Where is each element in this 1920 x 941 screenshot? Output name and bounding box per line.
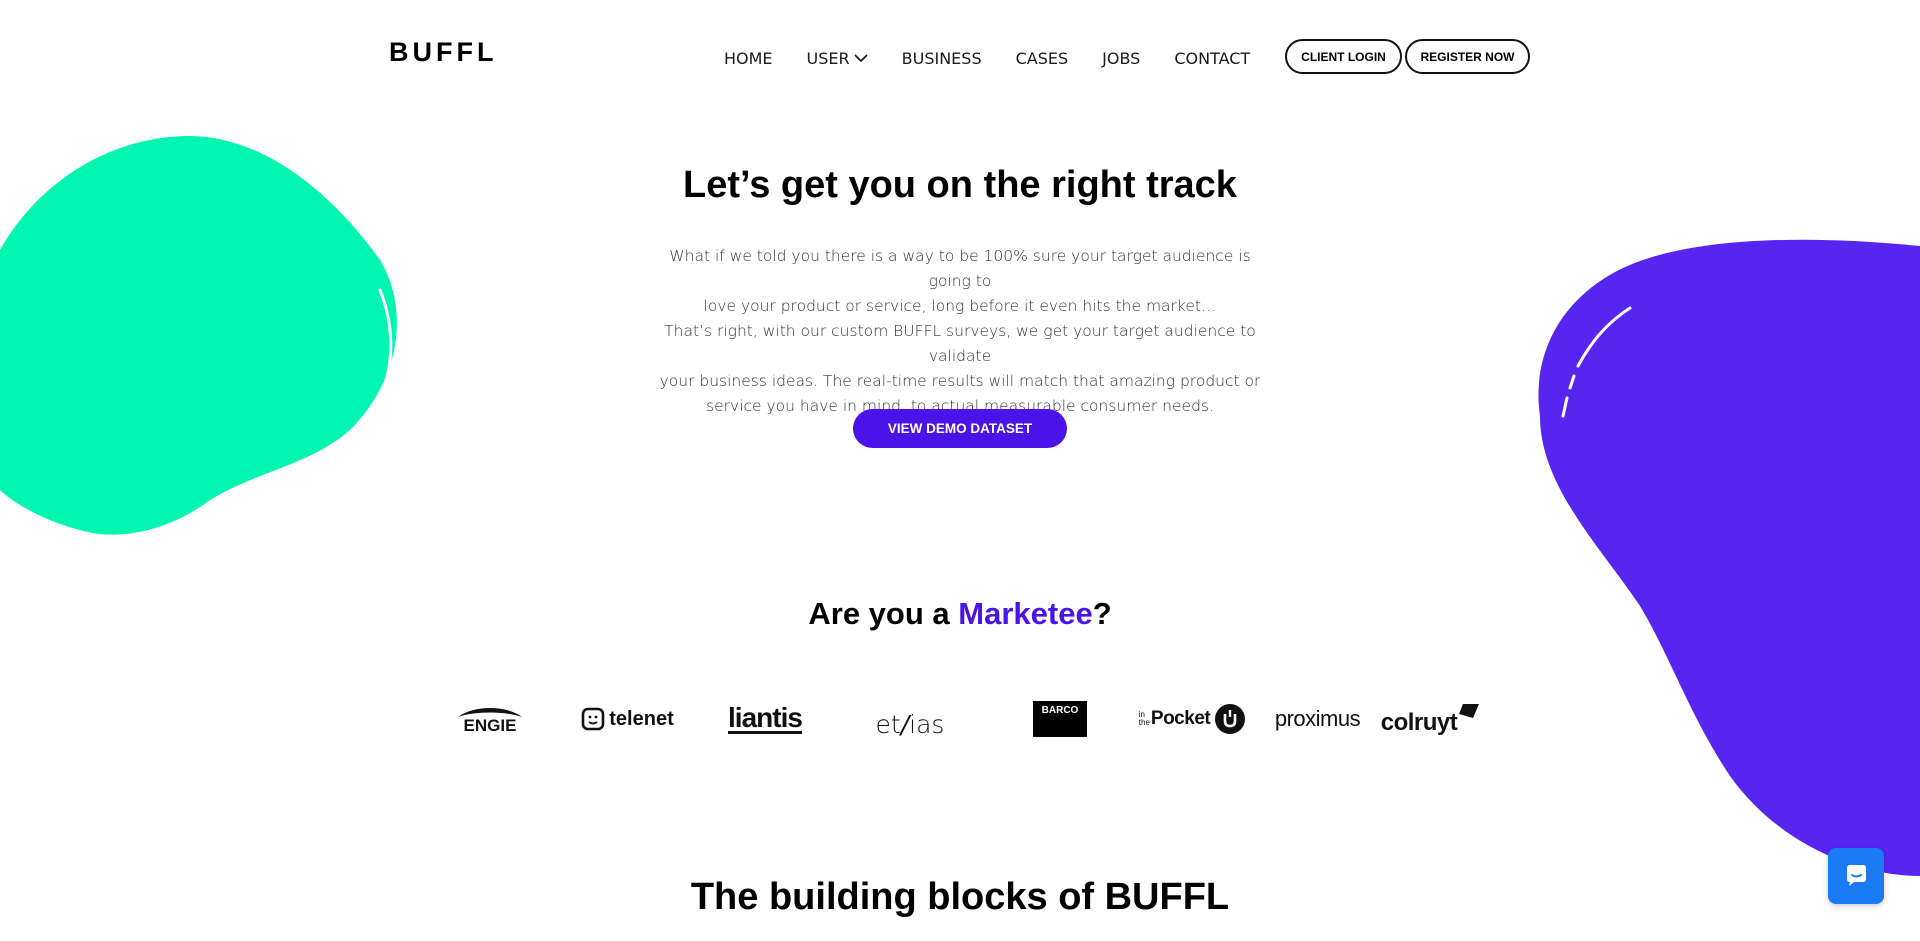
engie-logo: ENGIE bbox=[440, 695, 540, 743]
purple-blob-decoration bbox=[1538, 239, 1920, 876]
marketee-heading: Are you a Marketee? bbox=[0, 596, 1920, 632]
barco-logo: BARCO bbox=[990, 695, 1130, 743]
liantis-logo: liantis bbox=[700, 695, 830, 743]
hero-line: That’s right, with our custom BUFFL surv… bbox=[664, 322, 1256, 365]
nav-cases[interactable]: CASES bbox=[1016, 49, 1069, 68]
main-nav: HOME USER BUSINESS CASES JOBS CONTACT bbox=[724, 47, 1284, 69]
client-login-button[interactable]: CLIENT LOGIN bbox=[1285, 39, 1402, 74]
colruyt-flag-icon bbox=[1459, 704, 1480, 718]
telenet-face-icon bbox=[581, 707, 605, 731]
ethias-slash: / bbox=[900, 709, 910, 739]
ethias-text-a: et bbox=[875, 709, 901, 739]
inthepocket-text: Pocket bbox=[1150, 708, 1211, 729]
telenet-logo: telenet bbox=[560, 695, 695, 743]
hero-title: Let’s get you on the right track bbox=[683, 164, 1237, 206]
engie-text: ENGIE bbox=[464, 716, 517, 735]
chat-button[interactable] bbox=[1828, 848, 1884, 904]
marketee-accent: Marketee bbox=[958, 596, 1093, 631]
building-blocks-heading: The building blocks of BUFFL bbox=[690, 876, 1230, 918]
marketee-suffix: ? bbox=[1092, 596, 1112, 631]
colruyt-text: colruyt bbox=[1380, 709, 1458, 736]
hero-line: your business ideas. The real-time resul… bbox=[659, 372, 1261, 390]
colruyt-logo: colruyt bbox=[1370, 695, 1490, 743]
chat-icon bbox=[1847, 865, 1866, 886]
liantis-text: liantis bbox=[728, 701, 803, 734]
hero-line: What if we told you there is a way to be… bbox=[669, 247, 1251, 290]
ethias-text-b: ias bbox=[909, 709, 945, 739]
nav-user[interactable]: USER bbox=[807, 49, 868, 68]
proximus-text: proximus bbox=[1274, 706, 1361, 731]
barco-text: BARCO bbox=[1041, 705, 1079, 716]
nav-home[interactable]: HOME bbox=[724, 49, 773, 68]
inthepocket-logo: in the Pocket bbox=[1130, 695, 1255, 743]
register-now-button[interactable]: REGISTER NOW bbox=[1405, 39, 1530, 74]
telenet-text: telenet bbox=[609, 707, 674, 730]
hero-line: love your product or service, long befor… bbox=[703, 297, 1217, 315]
nav-user-label: USER bbox=[806, 48, 850, 68]
buffl-logo[interactable]: BUFFL bbox=[389, 37, 497, 68]
nav-business[interactable]: BUSINESS bbox=[902, 49, 982, 68]
marketee-prefix: Are you a bbox=[808, 596, 959, 631]
proximus-logo: proximus bbox=[1260, 695, 1375, 743]
nav-jobs[interactable]: JOBS bbox=[1102, 49, 1140, 68]
hero-description: What if we told you there is a way to be… bbox=[650, 244, 1270, 419]
inthepocket-badge-icon bbox=[1215, 704, 1246, 734]
ethias-logo: et/ias bbox=[835, 695, 985, 743]
view-demo-dataset-button[interactable]: VIEW DEMO DATASET bbox=[853, 409, 1067, 448]
client-logos: ENGIE telenet liantis et/ias BARCO in th… bbox=[440, 695, 1480, 743]
nav-contact[interactable]: CONTACT bbox=[1174, 49, 1250, 68]
chevron-down-icon bbox=[854, 53, 868, 63]
inthepocket-small-b: the bbox=[1138, 718, 1150, 727]
